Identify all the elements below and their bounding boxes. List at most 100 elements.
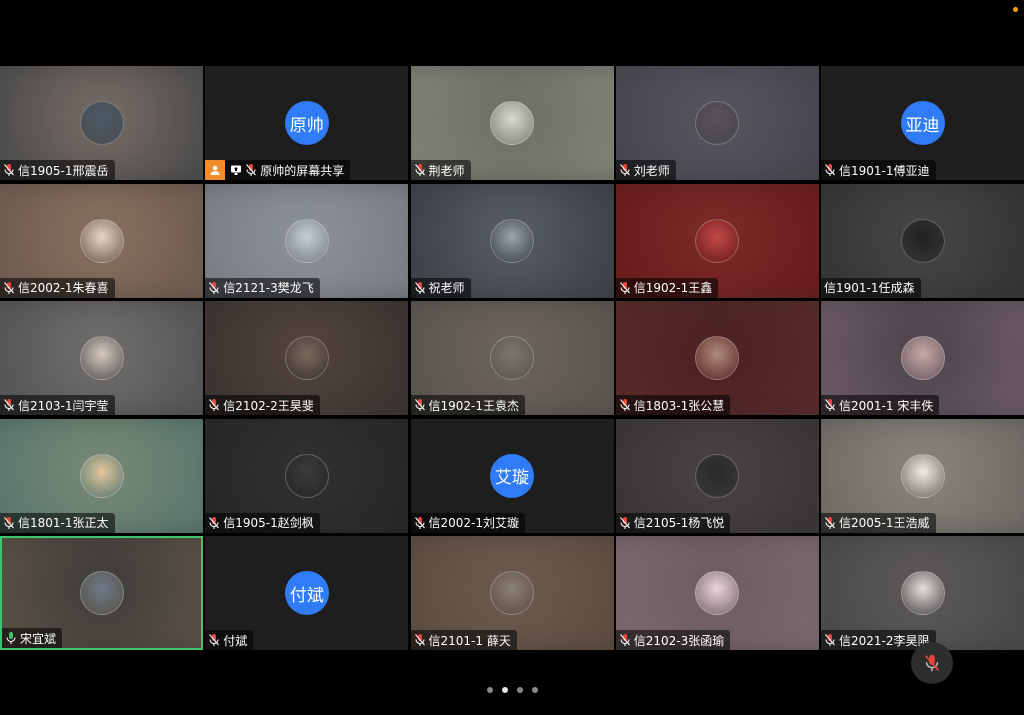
microphone-icon [6,632,16,644]
participant-name: 刘老师 [633,163,670,178]
mute-toggle-button[interactable] [911,642,953,684]
avatar [900,453,945,498]
avatar [284,218,329,263]
participant-tile[interactable]: 信2102-3张函瑜 [615,536,819,650]
participant-tile[interactable]: 信2005-1王浩威 [821,418,1024,533]
page-dot[interactable] [516,687,523,693]
avatar [284,336,329,380]
microphone-muted-icon [825,634,835,646]
avatar [490,336,534,380]
participant-tile[interactable]: 信1905-1赵剑枫 [205,418,409,533]
microphone-muted-icon [619,516,630,529]
microphone-muted-icon [924,654,940,672]
recording-indicator [1013,7,1018,12]
participant-label: 信1801-1张正太 [0,512,115,533]
microphone-muted-icon [414,634,425,646]
participant-name: 信1803-1张公慧 [633,398,725,413]
avatar [695,218,740,263]
participant-tile[interactable]: 付斌 付斌 [205,536,409,650]
participant-tile[interactable]: 信2121-3樊龙飞 [205,183,409,298]
participant-name: 荆老师 [428,163,465,178]
microphone-muted-icon [619,634,630,646]
avatar [900,336,945,380]
avatar [490,571,534,615]
participant-name: 信2102-3张函瑜 [633,633,725,648]
participant-label: 祝老师 [410,277,471,298]
microphone-muted-icon [4,164,14,176]
participant-label: 信1901-1任成森 [821,277,921,298]
person-icon [205,160,226,180]
participant-name: 信1905-1邢震岳 [18,163,109,178]
participant-tile[interactable]: 荆老师 [410,66,614,180]
participant-label: 信2101-1 薛天 [410,630,517,650]
participant-tile[interactable]: 原帅 原帅的屏幕共享 [205,66,409,180]
participant-tile[interactable]: 祝老师 [410,183,614,298]
avatar [79,218,124,263]
participant-tile[interactable]: 信2001-1 宋丰佚 [821,301,1024,415]
participant-tile[interactable]: 亚迪 信1901-1傅亚迪 [821,66,1024,180]
participant-label: 信1902-1王袁杰 [410,395,526,415]
participant-tile[interactable]: 信1902-1王袁杰 [410,301,614,415]
meeting-screen: 信1905-1邢震岳 原帅 原帅的屏幕共享 荆老师 刘老师 亚迪 信1901-1傅亚… [0,0,1024,715]
participant-tile[interactable]: 信2101-1 薛天 [410,536,614,650]
participant-label: 荆老师 [410,160,471,180]
microphone-muted-icon [619,164,630,176]
microphone-muted-icon [209,516,220,529]
microphone-muted-icon [209,634,220,646]
microphone-muted-icon [825,516,835,529]
participant-tile[interactable]: 信2102-2王昊斐 [205,301,409,415]
participant-name: 信1901-1任成森 [824,281,915,295]
participant-tile[interactable]: 宋宜斌 [0,536,203,650]
avatar [695,453,740,498]
participant-tile[interactable]: 信2021-2李昊限 [821,536,1024,650]
microphone-muted-icon [4,281,14,294]
avatar-initials: 原帅 [284,101,329,145]
participant-tile[interactable]: 信1803-1张公慧 [615,301,819,415]
avatar [79,101,124,145]
participant-label: 信2103-1闫宇莹 [0,395,115,415]
participant-name: 信1902-1王鑫 [633,281,713,295]
participant-name: 原帅的屏幕共享 [260,163,345,178]
microphone-muted-icon [246,164,257,176]
participant-label: 付斌 [205,630,254,650]
participant-tile[interactable]: 信2105-1杨飞悦 [615,418,819,533]
participant-name: 信2121-3樊龙飞 [223,281,314,295]
participant-name: 信2021-2李昊限 [839,633,930,648]
avatar [900,218,945,263]
participant-tile[interactable]: 信2103-1闫宇莹 [0,301,203,415]
avatar [695,336,740,380]
participant-name: 信2005-1王浩威 [839,516,930,530]
page-indicator[interactable] [0,687,1024,693]
microphone-muted-icon [414,164,425,176]
microphone-muted-icon [619,399,630,411]
avatar-initials: 亚迪 [900,101,945,145]
microphone-muted-icon [209,281,220,294]
participant-name: 信2002-1朱春喜 [18,281,109,295]
participant-name: 信2101-1 薛天 [428,633,511,648]
participant-tile[interactable]: 信1801-1张正太 [0,418,203,533]
avatar [79,336,124,380]
participant-label: 信2121-3樊龙飞 [205,277,320,298]
participant-tile[interactable]: 艾璇 信2002-1刘艾璇 [410,418,614,533]
participant-tile[interactable]: 信1905-1邢震岳 [0,66,203,180]
avatar [79,571,124,615]
participant-label: 信2005-1王浩威 [821,512,936,533]
page-dot[interactable] [486,687,493,693]
participant-tile[interactable]: 刘老师 [615,66,819,180]
avatar [900,571,945,615]
participant-name: 祝老师 [428,281,465,295]
participant-label: 宋宜斌 [2,628,63,648]
avatar [284,453,329,498]
participant-name: 信2102-2王昊斐 [223,398,314,413]
microphone-muted-icon [414,399,425,411]
page-dot[interactable] [531,687,538,693]
participant-tile[interactable]: 信1902-1王鑫 [615,183,819,298]
participant-label: 信2102-2王昊斐 [205,395,320,415]
page-dot[interactable] [501,687,508,693]
participant-name: 宋宜斌 [20,631,57,646]
participant-tile[interactable]: 信2002-1朱春喜 [0,183,203,298]
screen-share-icon [231,165,242,175]
microphone-muted-icon [209,399,220,411]
microphone-muted-icon [414,516,425,529]
participant-tile[interactable]: 信1901-1任成森 [821,183,1024,298]
